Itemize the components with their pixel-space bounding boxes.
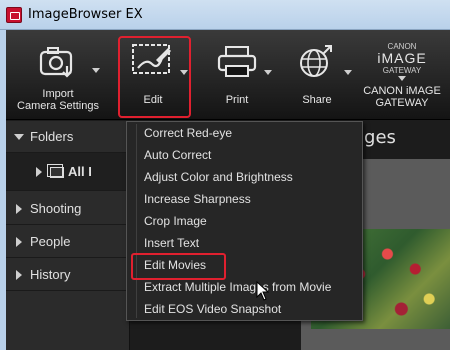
collapsed-arrow-icon [36, 167, 42, 177]
sidebar: Folders All I Shooting People History [6, 121, 130, 350]
import-camera-settings-button[interactable]: Import Camera Settings [8, 38, 108, 118]
print-label: Print [225, 94, 249, 106]
window-title: ImageBrowser EX [28, 7, 143, 22]
edit-dropdown-menu: Correct Red-eye Auto Correct Adjust Colo… [126, 121, 363, 321]
gateway-label: CANON iMAGE GATEWAY [363, 85, 441, 109]
menu-item-crop-image[interactable]: Crop Image [144, 211, 207, 231]
edit-button-highlight [118, 36, 191, 118]
menu-item-correct-red-eye[interactable]: Correct Red-eye [144, 123, 232, 143]
camera-import-icon [37, 44, 79, 83]
menu-item-increase-sharpness[interactable]: Increase Sharpness [144, 189, 251, 209]
globe-share-icon [297, 44, 337, 83]
collapsed-arrow-icon [16, 270, 22, 280]
share-button[interactable]: Share [284, 38, 352, 118]
collapsed-arrow-icon [16, 204, 22, 214]
edit-movies-highlight [131, 253, 226, 280]
chevron-down-icon [344, 70, 352, 75]
print-button[interactable]: Print [202, 38, 272, 118]
folder-icon [47, 164, 64, 178]
title-bar: ImageBrowser EX [0, 0, 450, 30]
menu-item-extract-multiple-images[interactable]: Extract Multiple Images from Movie [144, 277, 331, 297]
printer-icon [216, 44, 258, 83]
canon-image-gateway-logo: CANON iMAGE GATEWAY [377, 42, 427, 75]
camera-app-icon [6, 7, 22, 23]
menu-gutter [136, 124, 137, 318]
sidebar-item-folders[interactable]: Folders [6, 121, 130, 153]
sidebar-item-all-images[interactable]: All I [6, 153, 130, 191]
chevron-down-icon [92, 68, 100, 73]
share-label: Share [302, 94, 332, 106]
mouse-pointer-icon [256, 280, 270, 306]
sidebar-item-people[interactable]: People [6, 226, 130, 258]
collapsed-arrow-icon [16, 237, 22, 247]
menu-item-auto-correct[interactable]: Auto Correct [144, 145, 211, 165]
import-label: Import Camera Settings [17, 88, 99, 112]
menu-item-insert-text[interactable]: Insert Text [144, 233, 199, 253]
expanded-arrow-icon [14, 134, 24, 140]
menu-item-adjust-color-brightness[interactable]: Adjust Color and Brightness [144, 167, 293, 187]
toolbar: Import Camera Settings Edit Print Share … [6, 30, 450, 120]
canon-image-gateway-button[interactable]: CANON iMAGE GATEWAY CANON iMAGE GATEWAY [354, 38, 450, 118]
sidebar-item-shooting[interactable]: Shooting [6, 193, 130, 225]
chevron-down-icon [264, 70, 272, 75]
chevron-down-icon [398, 76, 406, 81]
sidebar-item-history[interactable]: History [6, 259, 130, 291]
